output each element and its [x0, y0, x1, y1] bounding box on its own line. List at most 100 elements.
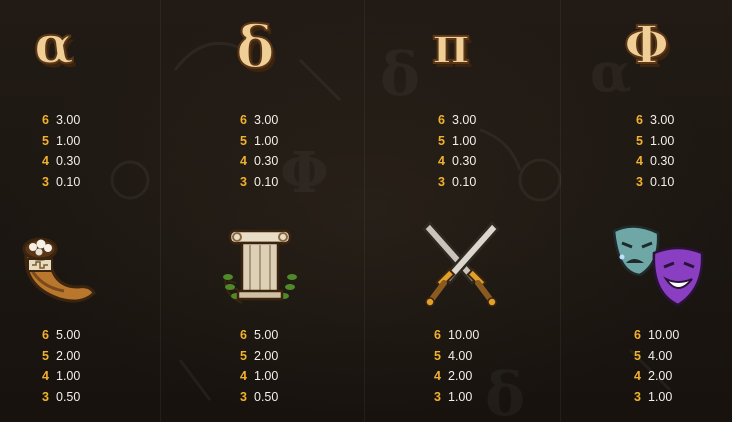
paytable-entry-masks: 6 10.00 5 4.00 4 2.00 3 1.00 [594, 211, 732, 422]
pay-row: 3 0.10 [636, 172, 674, 193]
pay-value: 0.30 [254, 154, 279, 168]
greek-column-laurel-icon [223, 229, 297, 304]
theater-masks-icon [612, 225, 704, 307]
pay-row: 3 1.00 [434, 387, 479, 408]
pay-count: 6 [636, 113, 643, 127]
pay-row: 4 0.30 [42, 151, 80, 172]
pay-value: 0.10 [650, 174, 675, 189]
pay-value: 3.00 [452, 113, 477, 127]
alpha-letter-icon: α [33, 15, 75, 76]
pay-count: 4 [438, 154, 445, 168]
pay-row: 6 3.00 [636, 110, 674, 131]
pay-value: 4.00 [448, 348, 473, 363]
pay-count: 5 [634, 348, 641, 363]
pay-value: 0.30 [452, 154, 477, 168]
pay-value: 2.00 [648, 369, 673, 383]
pay-row: 5 4.00 [434, 346, 479, 367]
pay-value: 0.10 [56, 174, 81, 189]
pay-count: 3 [42, 174, 49, 189]
pay-value: 0.10 [254, 174, 279, 189]
paytable-entry-swords: 6 10.00 5 4.00 4 2.00 3 1.00 [396, 211, 579, 422]
pay-count: 3 [438, 174, 445, 189]
pi-letter-icon: π [431, 15, 471, 76]
pay-value: 5.00 [56, 328, 81, 342]
paytable-entry-horn: 6 5.00 5 2.00 4 1.00 3 0.50 [0, 211, 183, 422]
pay-list: 6 5.00 5 2.00 4 1.00 3 0.50 [240, 325, 278, 407]
pay-value: 0.10 [452, 174, 477, 189]
pay-row: 5 1.00 [438, 131, 476, 152]
pay-row: 5 4.00 [634, 346, 679, 367]
pay-count: 5 [636, 133, 643, 148]
pay-row: 3 0.10 [42, 172, 80, 193]
delta-letter-icon: δ [235, 13, 276, 81]
pay-count: 6 [438, 113, 445, 127]
pay-value: 1.00 [254, 369, 279, 383]
pay-value: 2.00 [254, 348, 279, 363]
pay-row: 5 1.00 [240, 131, 278, 152]
pay-value: 3.00 [56, 113, 81, 127]
pay-value: 2.00 [448, 369, 473, 383]
pay-value: 1.00 [56, 133, 81, 148]
pay-row: 5 1.00 [636, 131, 674, 152]
pay-row: 4 2.00 [634, 366, 679, 387]
pay-row: 6 3.00 [438, 110, 476, 131]
pay-count: 6 [634, 328, 641, 342]
pay-list: 6 5.00 5 2.00 4 1.00 3 0.50 [42, 325, 80, 407]
pay-count: 3 [636, 174, 643, 189]
pay-row: 6 5.00 [42, 325, 80, 346]
pay-row: 3 0.10 [438, 172, 476, 193]
pay-value: 3.00 [254, 113, 279, 127]
pay-list: 6 10.00 5 4.00 4 2.00 3 1.00 [634, 325, 679, 407]
pay-count: 6 [434, 328, 441, 342]
pay-row: 6 5.00 [240, 325, 278, 346]
pay-row: 3 0.50 [240, 387, 278, 408]
pay-count: 5 [434, 348, 441, 363]
paytable-entry-column: 6 5.00 5 2.00 4 1.00 3 0.50 [198, 211, 381, 422]
pay-row: 3 1.00 [634, 387, 679, 408]
pay-count: 5 [42, 348, 49, 363]
pay-row: 4 1.00 [240, 366, 278, 387]
pay-count: 5 [240, 348, 247, 363]
pay-count: 4 [42, 369, 49, 383]
pay-row: 5 1.00 [42, 131, 80, 152]
pay-list: 6 3.00 5 1.00 4 0.30 3 0.10 [240, 110, 278, 192]
paytable-entry-alpha: α 6 3.00 5 1.00 4 0.30 3 0.10 [0, 0, 183, 211]
pay-count: 5 [42, 133, 49, 148]
pay-row: 6 10.00 [634, 325, 679, 346]
pay-count: 3 [42, 389, 49, 404]
paytable-entry-delta: δ 6 3.00 5 1.00 4 0.30 3 0.10 [198, 0, 381, 211]
pay-row: 4 0.30 [636, 151, 674, 172]
pay-row: 5 2.00 [240, 346, 278, 367]
pay-value: 3.00 [650, 113, 675, 127]
pay-value: 0.50 [254, 389, 279, 404]
pay-value: 1.00 [650, 133, 675, 148]
pay-count: 4 [636, 154, 643, 168]
pay-row: 6 3.00 [240, 110, 278, 131]
pay-value: 10.00 [448, 328, 480, 342]
pay-value: 1.00 [448, 389, 473, 404]
pay-count: 6 [42, 328, 49, 342]
pay-count: 4 [240, 154, 247, 168]
pay-count: 3 [240, 389, 247, 404]
pay-count: 4 [240, 369, 247, 383]
pay-value: 1.00 [254, 133, 279, 148]
pay-count: 4 [434, 369, 441, 383]
pay-count: 3 [634, 389, 641, 404]
pay-row: 3 0.50 [42, 387, 80, 408]
pay-value: 2.00 [56, 348, 81, 363]
pay-list: 6 3.00 5 1.00 4 0.30 3 0.10 [42, 110, 80, 192]
pay-count: 5 [438, 133, 445, 148]
pay-count: 6 [240, 328, 247, 342]
pay-row: 4 1.00 [42, 366, 80, 387]
pay-count: 3 [240, 174, 247, 189]
pay-count: 4 [42, 154, 49, 168]
pay-value: 4.00 [648, 348, 673, 363]
pay-row: 6 10.00 [434, 325, 479, 346]
pay-row: 4 0.30 [438, 151, 476, 172]
paytable-screen: δ δ Φ α α 63.00 51.00 40.30 30.10 δ 63.0… [0, 0, 732, 422]
pay-value: 0.50 [56, 389, 81, 404]
pay-row: 4 0.30 [240, 151, 278, 172]
cornucopia-horn-icon [22, 237, 96, 303]
pay-list: 6 10.00 5 4.00 4 2.00 3 1.00 [434, 325, 479, 407]
pay-count: 3 [434, 389, 441, 404]
